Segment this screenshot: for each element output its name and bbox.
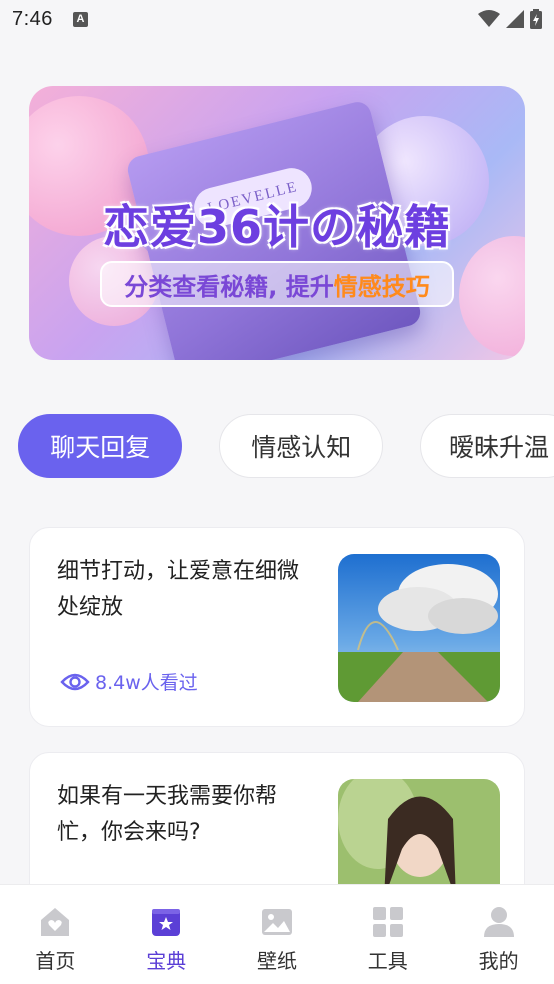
nav-label: 宝典 (146, 949, 187, 973)
banner-subtitle-prefix: 分类查看秘籍, 提升 (124, 272, 334, 301)
tab-flirting-warmup[interactable]: 暧昧升温 (419, 414, 554, 478)
category-tabs: 聊天回复 情感认知 暧昧升温 (18, 414, 554, 480)
book-star-icon (152, 909, 181, 936)
nav-guide[interactable]: 宝典 (111, 885, 222, 984)
eye-icon (60, 673, 90, 690)
home-icon (41, 908, 70, 936)
nav-label: 首页 (35, 949, 76, 973)
bottom-navigation: 首页 宝典 壁纸 工具 我的 (0, 884, 554, 984)
article-title: 细节打动，让爱意在细微处绽放 (57, 559, 300, 620)
status-indicators (478, 9, 542, 29)
article-title: 如果有一天我需要你帮忙，你会来吗? (57, 784, 278, 845)
banner-subtitle: 分类查看秘籍, 提升 情感技巧 (100, 261, 454, 307)
nav-wallpaper[interactable]: 壁纸 (222, 885, 333, 984)
view-count-text: 8.4w人看过 (95, 672, 198, 694)
battery-icon (530, 9, 542, 29)
notification-icon: A (72, 11, 88, 27)
nav-profile[interactable]: 我的 (443, 885, 554, 984)
tab-emotional-cognition[interactable]: 情感认知 (219, 414, 383, 478)
nav-label: 我的 (478, 949, 519, 973)
banner-subtitle-highlight: 情感技巧 (333, 272, 430, 301)
grid-icon (372, 907, 403, 937)
article-card[interactable]: 细节打动，让爱意在细微处绽放 8.4w人看过 (29, 527, 525, 727)
status-bar: 7:46 A (0, 0, 554, 38)
banner-title: 恋爱36计の秘籍 (102, 200, 451, 254)
tab-chat-reply[interactable]: 聊天回复 (18, 414, 183, 478)
nav-home[interactable]: 首页 (0, 885, 111, 984)
image-icon (261, 909, 292, 935)
view-count: 8.4w人看过 (60, 668, 198, 695)
user-icon (483, 907, 514, 937)
nav-label: 壁纸 (256, 949, 297, 973)
wifi-icon (478, 10, 500, 27)
article-thumbnail (338, 554, 500, 702)
nav-tools[interactable]: 工具 (332, 885, 443, 984)
promo-banner[interactable]: LOEVELLE 恋爱36计の秘籍 分类查看秘籍, 提升 情感技巧 (29, 86, 525, 360)
nav-label: 工具 (367, 949, 408, 973)
status-time: 7:46 (12, 7, 53, 30)
signal-icon (506, 10, 524, 28)
